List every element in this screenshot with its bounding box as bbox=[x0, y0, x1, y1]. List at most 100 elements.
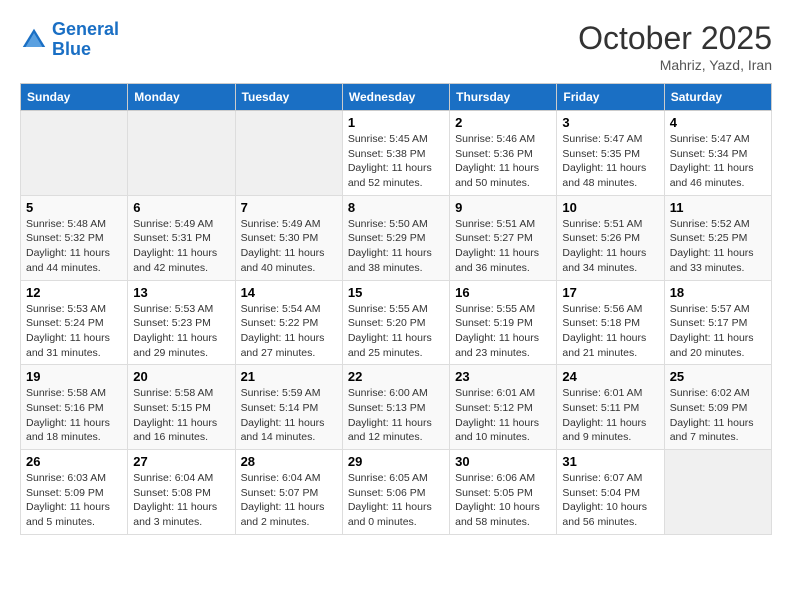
calendar-cell: 14Sunrise: 5:54 AM Sunset: 5:22 PM Dayli… bbox=[235, 280, 342, 365]
calendar-cell: 11Sunrise: 5:52 AM Sunset: 5:25 PM Dayli… bbox=[664, 195, 771, 280]
day-info: Sunrise: 6:07 AM Sunset: 5:04 PM Dayligh… bbox=[562, 471, 658, 530]
calendar-cell: 15 Sunrise: 5:55 AM Sunset: 5:20 PM Dayli… bbox=[342, 280, 449, 365]
calendar-cell: 28 Sunrise: 6:04 AM Sunset: 5:07 PM Dayli… bbox=[235, 450, 342, 535]
day-info: Sunrise: 5:50 AM Sunset: 5:29 PM Dayligh… bbox=[348, 217, 444, 276]
day-number: 21 bbox=[241, 369, 337, 384]
day-number: 4 bbox=[670, 115, 766, 130]
day-number: 18 bbox=[670, 285, 766, 300]
day-number: 25 bbox=[670, 369, 766, 384]
calendar-cell: 2 Sunrise: 5:46 AM Sunset: 5:36 PM Daylig… bbox=[450, 111, 557, 196]
day-info: Sunrise: 5:58 AM Sunset: 5:15 PM Dayligh… bbox=[133, 386, 229, 445]
calendar-cell: 22Sunrise: 6:00 AM Sunset: 5:13 PM Dayli… bbox=[342, 365, 449, 450]
day-info: Sunrise: 6:03 AM Sunset: 5:09 PM Dayligh… bbox=[26, 471, 122, 530]
week-row-2: 5 Sunrise: 5:48 AM Sunset: 5:32 PM Daylig… bbox=[21, 195, 772, 280]
day-info: Sunrise: 6:05 AM Sunset: 5:06 PM Dayligh… bbox=[348, 471, 444, 530]
day-info: Sunrise: 6:04 AM Sunset: 5:07 PM Dayligh… bbox=[241, 471, 337, 530]
calendar-cell: 24Sunrise: 6:01 AM Sunset: 5:11 PM Dayli… bbox=[557, 365, 664, 450]
calendar-cell: 7Sunrise: 5:49 AM Sunset: 5:30 PM Daylig… bbox=[235, 195, 342, 280]
month-title: October 2025 bbox=[578, 20, 772, 57]
day-info: Sunrise: 5:53 AM Sunset: 5:24 PM Dayligh… bbox=[26, 302, 122, 361]
calendar-cell: 20 Sunrise: 5:58 AM Sunset: 5:15 PM Dayli… bbox=[128, 365, 235, 450]
header-saturday: Saturday bbox=[664, 84, 771, 111]
day-number: 9 bbox=[455, 200, 551, 215]
header-sunday: Sunday bbox=[21, 84, 128, 111]
day-info: Sunrise: 6:06 AM Sunset: 5:05 PM Dayligh… bbox=[455, 471, 551, 530]
logo: General Blue bbox=[20, 20, 119, 60]
calendar-cell: 13 Sunrise: 5:53 AM Sunset: 5:23 PM Dayli… bbox=[128, 280, 235, 365]
week-row-3: 12 Sunrise: 5:53 AM Sunset: 5:24 PM Dayli… bbox=[21, 280, 772, 365]
header-monday: Monday bbox=[128, 84, 235, 111]
calendar-table: SundayMondayTuesdayWednesdayThursdayFrid… bbox=[20, 83, 772, 535]
calendar-cell: 18 Sunrise: 5:57 AM Sunset: 5:17 PM Dayli… bbox=[664, 280, 771, 365]
day-number: 3 bbox=[562, 115, 658, 130]
calendar-header-row: SundayMondayTuesdayWednesdayThursdayFrid… bbox=[21, 84, 772, 111]
day-info: Sunrise: 5:55 AM Sunset: 5:20 PM Dayligh… bbox=[348, 302, 444, 361]
day-number: 13 bbox=[133, 285, 229, 300]
logo-text: General Blue bbox=[52, 20, 119, 60]
day-info: Sunrise: 5:47 AM Sunset: 5:35 PM Dayligh… bbox=[562, 132, 658, 191]
calendar-cell: 31 Sunrise: 6:07 AM Sunset: 5:04 PM Dayli… bbox=[557, 450, 664, 535]
day-number: 29 bbox=[348, 454, 444, 469]
calendar-cell: 16 Sunrise: 5:55 AM Sunset: 5:19 PM Dayli… bbox=[450, 280, 557, 365]
calendar-cell: 1 Sunrise: 5:45 AM Sunset: 5:38 PM Daylig… bbox=[342, 111, 449, 196]
header-tuesday: Tuesday bbox=[235, 84, 342, 111]
day-number: 7 bbox=[241, 200, 337, 215]
calendar-cell: 30 Sunrise: 6:06 AM Sunset: 5:05 PM Dayli… bbox=[450, 450, 557, 535]
calendar-cell bbox=[664, 450, 771, 535]
day-info: Sunrise: 5:57 AM Sunset: 5:17 PM Dayligh… bbox=[670, 302, 766, 361]
calendar-cell: 4 Sunrise: 5:47 AM Sunset: 5:34 PM Daylig… bbox=[664, 111, 771, 196]
day-info: Sunrise: 6:01 AM Sunset: 5:11 PM Dayligh… bbox=[562, 386, 658, 445]
week-row-1: 1 Sunrise: 5:45 AM Sunset: 5:38 PM Daylig… bbox=[21, 111, 772, 196]
calendar-cell: 10Sunrise: 5:51 AM Sunset: 5:26 PM Dayli… bbox=[557, 195, 664, 280]
calendar-cell: 21 Sunrise: 5:59 AM Sunset: 5:14 PM Dayli… bbox=[235, 365, 342, 450]
calendar-cell: 12 Sunrise: 5:53 AM Sunset: 5:24 PM Dayli… bbox=[21, 280, 128, 365]
calendar-cell: 27Sunrise: 6:04 AM Sunset: 5:08 PM Dayli… bbox=[128, 450, 235, 535]
calendar-cell: 19 Sunrise: 5:58 AM Sunset: 5:16 PM Dayli… bbox=[21, 365, 128, 450]
location-subtitle: Mahriz, Yazd, Iran bbox=[578, 57, 772, 73]
header-thursday: Thursday bbox=[450, 84, 557, 111]
logo-icon bbox=[20, 26, 48, 54]
calendar-cell: 23Sunrise: 6:01 AM Sunset: 5:12 PM Dayli… bbox=[450, 365, 557, 450]
day-number: 5 bbox=[26, 200, 122, 215]
header-wednesday: Wednesday bbox=[342, 84, 449, 111]
calendar-cell: 29 Sunrise: 6:05 AM Sunset: 5:06 PM Dayli… bbox=[342, 450, 449, 535]
day-number: 19 bbox=[26, 369, 122, 384]
day-number: 10 bbox=[562, 200, 658, 215]
day-number: 17 bbox=[562, 285, 658, 300]
page-header: General Blue October 2025 Mahriz, Yazd, … bbox=[20, 20, 772, 73]
day-number: 28 bbox=[241, 454, 337, 469]
day-info: Sunrise: 5:58 AM Sunset: 5:16 PM Dayligh… bbox=[26, 386, 122, 445]
day-number: 16 bbox=[455, 285, 551, 300]
calendar-cell bbox=[128, 111, 235, 196]
day-number: 12 bbox=[26, 285, 122, 300]
day-number: 30 bbox=[455, 454, 551, 469]
day-info: Sunrise: 5:53 AM Sunset: 5:23 PM Dayligh… bbox=[133, 302, 229, 361]
day-info: Sunrise: 5:51 AM Sunset: 5:27 PM Dayligh… bbox=[455, 217, 551, 276]
day-number: 15 bbox=[348, 285, 444, 300]
header-friday: Friday bbox=[557, 84, 664, 111]
day-number: 27 bbox=[133, 454, 229, 469]
week-row-4: 19 Sunrise: 5:58 AM Sunset: 5:16 PM Dayli… bbox=[21, 365, 772, 450]
day-info: Sunrise: 5:56 AM Sunset: 5:18 PM Dayligh… bbox=[562, 302, 658, 361]
day-info: Sunrise: 5:48 AM Sunset: 5:32 PM Dayligh… bbox=[26, 217, 122, 276]
day-info: Sunrise: 5:45 AM Sunset: 5:38 PM Dayligh… bbox=[348, 132, 444, 191]
day-number: 31 bbox=[562, 454, 658, 469]
day-number: 23 bbox=[455, 369, 551, 384]
day-number: 2 bbox=[455, 115, 551, 130]
day-number: 11 bbox=[670, 200, 766, 215]
calendar-cell: 8Sunrise: 5:50 AM Sunset: 5:29 PM Daylig… bbox=[342, 195, 449, 280]
day-info: Sunrise: 5:47 AM Sunset: 5:34 PM Dayligh… bbox=[670, 132, 766, 191]
calendar-cell: 3 Sunrise: 5:47 AM Sunset: 5:35 PM Daylig… bbox=[557, 111, 664, 196]
day-info: Sunrise: 5:55 AM Sunset: 5:19 PM Dayligh… bbox=[455, 302, 551, 361]
day-info: Sunrise: 6:02 AM Sunset: 5:09 PM Dayligh… bbox=[670, 386, 766, 445]
day-info: Sunrise: 6:00 AM Sunset: 5:13 PM Dayligh… bbox=[348, 386, 444, 445]
day-number: 1 bbox=[348, 115, 444, 130]
week-row-5: 26Sunrise: 6:03 AM Sunset: 5:09 PM Dayli… bbox=[21, 450, 772, 535]
calendar-cell: 26Sunrise: 6:03 AM Sunset: 5:09 PM Dayli… bbox=[21, 450, 128, 535]
calendar-cell: 25 Sunrise: 6:02 AM Sunset: 5:09 PM Dayli… bbox=[664, 365, 771, 450]
calendar-cell: 17 Sunrise: 5:56 AM Sunset: 5:18 PM Dayli… bbox=[557, 280, 664, 365]
day-info: Sunrise: 5:59 AM Sunset: 5:14 PM Dayligh… bbox=[241, 386, 337, 445]
day-number: 14 bbox=[241, 285, 337, 300]
day-number: 20 bbox=[133, 369, 229, 384]
day-info: Sunrise: 5:46 AM Sunset: 5:36 PM Dayligh… bbox=[455, 132, 551, 191]
